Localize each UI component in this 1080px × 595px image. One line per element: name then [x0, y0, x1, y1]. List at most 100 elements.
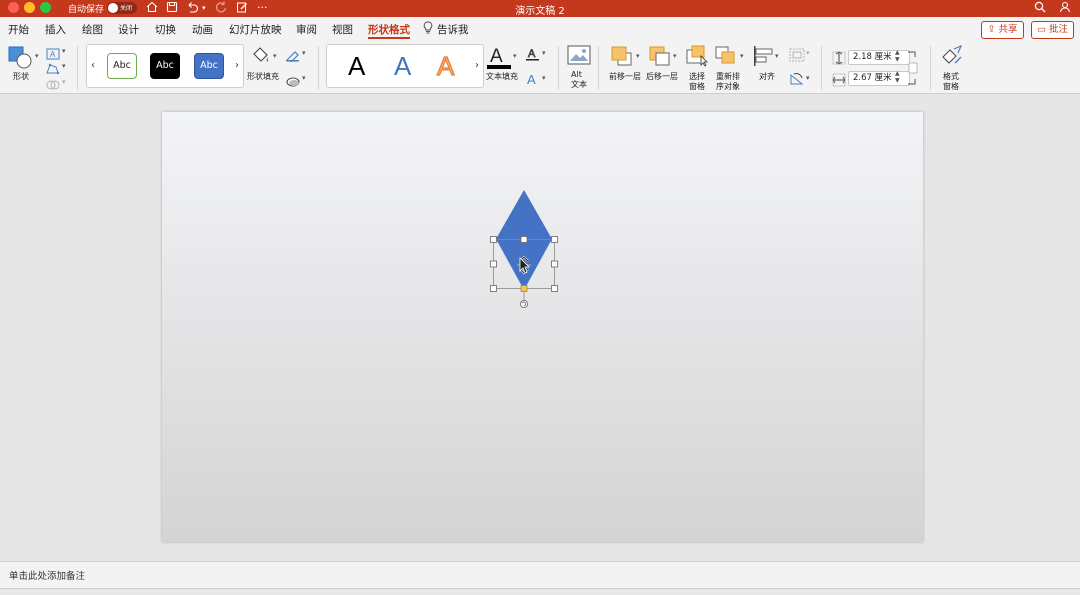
notes-pane[interactable]: 单击此处添加备注 [0, 561, 1080, 588]
redo-icon[interactable] [215, 1, 227, 17]
group-objects-icon[interactable] [789, 47, 805, 66]
shape-effects-icon[interactable] [285, 72, 301, 91]
merge-shapes-icon[interactable] [46, 76, 60, 95]
close-window-button[interactable] [8, 2, 19, 13]
tab-insert[interactable]: 插入 [45, 22, 66, 37]
edit-document-icon[interactable] [236, 1, 248, 17]
svg-text:A: A [528, 48, 536, 60]
shape-width-input[interactable]: 2.67 厘米 [848, 71, 910, 86]
tell-me[interactable]: 告诉我 [437, 22, 469, 37]
shape-height-input[interactable]: 2.18 厘米 [848, 50, 910, 65]
tab-animations[interactable]: 动画 [192, 22, 213, 37]
wordart-next-icon[interactable]: › [475, 60, 479, 71]
account-icon[interactable] [1059, 1, 1073, 17]
text-outline-icon[interactable]: A [525, 46, 541, 65]
comments-label: 批注 [1049, 24, 1069, 35]
text-fill-dropdown-icon[interactable]: ▾ [513, 52, 517, 60]
text-fill-icon[interactable]: A [487, 44, 511, 74]
width-stepper-icon[interactable]: ▲ ▼ [895, 70, 900, 84]
shape-fill-dropdown-icon[interactable]: ▾ [273, 52, 277, 60]
notes-placeholder[interactable]: 单击此处添加备注 [9, 568, 85, 582]
autosave-toggle[interactable]: 关闭 [107, 2, 137, 14]
shapes-icon[interactable] [8, 46, 34, 70]
shape-style-blue[interactable]: Abc [194, 53, 224, 79]
reorder-objects-label-line2: 序对象 [716, 82, 740, 91]
tab-home[interactable]: 开始 [8, 22, 29, 37]
share-button[interactable]: ⇪ 共享 [981, 21, 1024, 39]
send-backward-dropdown-icon[interactable]: ▾ [673, 52, 677, 60]
text-effects-icon[interactable]: A [525, 71, 541, 90]
shape-style-black[interactable]: Abc [150, 53, 180, 79]
height-stepper-icon[interactable]: ▲ ▼ [895, 49, 900, 63]
format-pane-icon[interactable] [940, 44, 964, 71]
reorder-objects-dropdown-icon[interactable]: ▾ [740, 52, 744, 60]
separator [821, 46, 822, 90]
rotate-dropdown-icon[interactable]: ▾ [806, 74, 810, 82]
save-icon[interactable] [166, 1, 178, 17]
search-icon[interactable] [1034, 1, 1046, 17]
resize-handle-top-left[interactable] [490, 236, 497, 243]
separator [318, 46, 319, 90]
rotate-handle-icon[interactable] [519, 299, 528, 308]
bring-forward-icon[interactable] [610, 45, 634, 71]
shape-fill-icon[interactable] [250, 44, 272, 70]
ribbon-tabs: 开始 插入 绘图 设计 切换 动画 幻灯片放映 审阅 视图 形状格式 告诉我 [0, 17, 1080, 42]
shape-width-icon [832, 72, 846, 91]
selection-pane-icon[interactable] [686, 45, 710, 71]
tab-draw[interactable]: 绘图 [82, 22, 103, 37]
shape-style-white[interactable]: Abc [107, 53, 137, 79]
resize-handle-left[interactable] [490, 260, 497, 268]
separator [598, 46, 599, 90]
more-icon[interactable]: ··· [257, 1, 268, 15]
resize-handle-right[interactable] [551, 260, 558, 268]
reorder-objects-label-line1: 重新排 [716, 72, 740, 81]
send-backward-icon[interactable] [648, 45, 672, 71]
text-effects-dropdown-icon[interactable]: ▾ [542, 74, 546, 82]
wordart-style-black[interactable]: A [348, 51, 365, 82]
ribbon-body: ▾ 形状 A ▾ ▾ ▾ ‹ Abc Abc Abc › ▾ 形状填充 ▾ ▾ … [0, 42, 1080, 94]
tab-view[interactable]: 视图 [332, 22, 353, 37]
edit-shape-dropdown-icon[interactable]: ▾ [62, 62, 66, 70]
shape-effects-dropdown-icon[interactable]: ▾ [302, 74, 306, 82]
shape-height-value: 2.18 厘米 [853, 52, 892, 62]
tab-slideshow[interactable]: 幻灯片放映 [229, 22, 282, 37]
tab-design[interactable]: 设计 [118, 22, 139, 37]
text-outline-dropdown-icon[interactable]: ▾ [542, 49, 546, 57]
adjust-handle-bottom[interactable] [520, 285, 528, 292]
resize-handle-bottom-right[interactable] [551, 285, 558, 292]
rotate-icon[interactable] [789, 71, 805, 90]
alt-text-icon[interactable] [567, 45, 591, 71]
align-dropdown-icon[interactable]: ▾ [775, 52, 779, 60]
shape-outline-dropdown-icon[interactable]: ▾ [302, 49, 306, 57]
merge-shapes-dropdown-icon[interactable]: ▾ [62, 78, 66, 86]
tab-review[interactable]: 审阅 [296, 22, 317, 37]
group-objects-dropdown-icon[interactable]: ▾ [806, 49, 810, 57]
minimize-window-button[interactable] [24, 2, 35, 13]
reorder-objects-icon[interactable] [715, 45, 739, 71]
lock-aspect-ratio-icon[interactable] [906, 50, 918, 90]
resize-handle-top[interactable] [520, 236, 528, 243]
zoom-window-button[interactable] [40, 2, 51, 13]
svg-text:A: A [527, 72, 536, 86]
slide[interactable] [162, 112, 923, 542]
tab-transitions[interactable]: 切换 [155, 22, 176, 37]
text-box-dropdown-icon[interactable]: ▾ [62, 47, 66, 55]
resize-handle-top-right[interactable] [551, 236, 558, 243]
comments-button[interactable]: ▭ 批注 [1031, 21, 1074, 39]
undo-dropdown-icon[interactable]: ▾ [202, 1, 206, 15]
undo-icon[interactable] [186, 1, 200, 17]
shape-outline-icon[interactable] [285, 47, 301, 66]
bring-forward-dropdown-icon[interactable]: ▾ [636, 52, 640, 60]
lightbulb-icon [423, 21, 433, 37]
home-icon[interactable] [146, 1, 158, 17]
gallery-next-icon[interactable]: › [235, 60, 239, 71]
align-icon[interactable] [752, 45, 776, 71]
shapes-dropdown-icon[interactable]: ▾ [35, 52, 39, 60]
tab-shape-format[interactable]: 形状格式 [368, 22, 410, 37]
wordart-style-blue[interactable]: A [394, 51, 411, 82]
title-bar: 自动保存 关闭 ▾ ··· 演示文稿 2 [0, 0, 1080, 17]
separator [77, 46, 78, 90]
wordart-style-orange[interactable]: A [436, 50, 455, 82]
resize-handle-bottom-left[interactable] [490, 285, 497, 292]
gallery-prev-icon[interactable]: ‹ [91, 60, 95, 71]
